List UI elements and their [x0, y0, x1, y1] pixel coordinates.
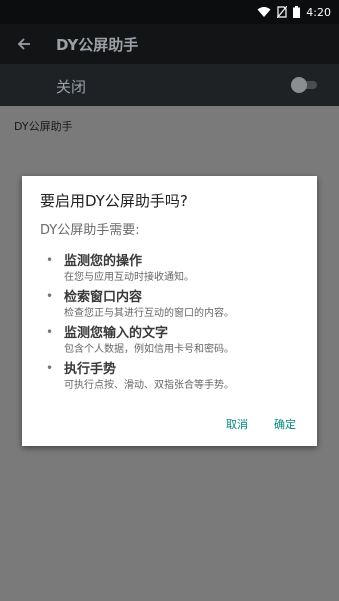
- permission-title: 检索窗口内容: [64, 290, 143, 305]
- bullet-icon: •: [46, 325, 54, 339]
- service-description: DY公屏助手: [14, 120, 73, 133]
- status-time: 4:20: [306, 5, 331, 19]
- status-bar: 4:20: [0, 0, 339, 24]
- app-bar: DY公屏助手: [0, 24, 339, 64]
- permission-title: 执行手势: [64, 362, 117, 377]
- dialog-title: 要启用DY公屏助手吗?: [40, 192, 188, 210]
- permission-desc: 在您与应用互动时接收通知。: [64, 272, 194, 283]
- service-toggle[interactable]: [291, 77, 317, 93]
- permission-desc: 可执行点按、滑动、双指张合等手势。: [64, 380, 234, 391]
- ok-button[interactable]: 确定: [274, 416, 296, 432]
- page-title: DY公屏助手: [56, 36, 139, 54]
- no-sim-icon: [276, 3, 288, 22]
- cancel-button[interactable]: 取消: [226, 416, 248, 432]
- wifi-icon: [257, 3, 271, 22]
- bullet-icon: •: [46, 253, 54, 267]
- accessibility-permission-dialog: 要启用DY公屏助手吗? DY公屏助手需要: • 监测您的操作 在您与应用互动时接…: [22, 176, 317, 446]
- permission-desc: 检查您正与其进行互动的窗口的内容。: [64, 308, 234, 319]
- battery-icon: [293, 3, 301, 22]
- bullet-icon: •: [46, 361, 54, 375]
- switch-label: 关闭: [56, 78, 87, 96]
- permission-title: 监测您输入的文字: [64, 326, 169, 341]
- dialog-subtitle: DY公屏助手需要:: [40, 223, 140, 238]
- permission-item: • 执行手势 可执行点按、滑动、双指张合等手势。: [40, 358, 310, 394]
- arrow-back-icon[interactable]: [14, 34, 34, 54]
- master-switch-bar[interactable]: 关闭: [0, 64, 339, 106]
- toggle-thumb: [291, 77, 307, 93]
- bullet-icon: •: [46, 289, 54, 303]
- status-icons: 4:20: [257, 0, 331, 24]
- permission-title: 监测您的操作: [64, 254, 143, 269]
- permission-list: • 监测您的操作 在您与应用互动时接收通知。 • 检索窗口内容 检查您正与其进行…: [40, 250, 310, 394]
- permission-item: • 检索窗口内容 检查您正与其进行互动的窗口的内容。: [40, 286, 310, 322]
- permission-item: • 监测您的操作 在您与应用互动时接收通知。: [40, 250, 310, 286]
- permission-desc: 包含个人数据，例如信用卡号和密码。: [64, 344, 234, 355]
- permission-item: • 监测您输入的文字 包含个人数据，例如信用卡号和密码。: [40, 322, 310, 358]
